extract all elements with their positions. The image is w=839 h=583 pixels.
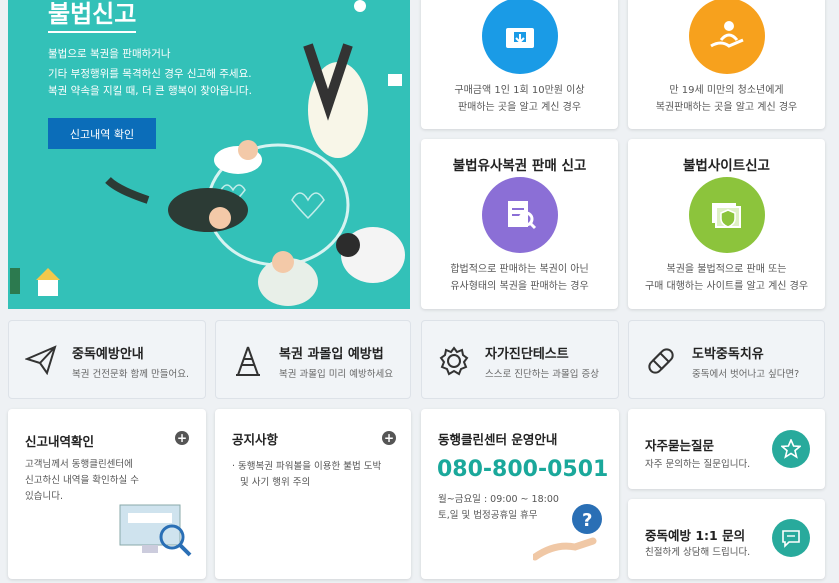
center-info-box: 동행클린센터 운영안내 080-800-0501 월~금요일 : 09:00 ~… bbox=[421, 409, 619, 579]
tile-self-diagnosis[interactable]: 자가진단테스트 스스로 진단하는 과몰입 증상 bbox=[421, 320, 619, 399]
tile-subtitle: 중독에서 벗어나고 싶다면? bbox=[692, 369, 800, 380]
hero-desc-line-1: 불법으로 복권을 판매하거나 bbox=[48, 48, 171, 60]
notice-title: 공지사항 bbox=[232, 432, 279, 447]
desc-line: 신고하신 내역을 확인하실 수 bbox=[25, 475, 139, 486]
report-card-overpurchase[interactable]: 구매금액 1인 1회 10만원 이상 판매하는 곳을 알고 계신 경우 bbox=[421, 0, 618, 129]
notice-item-text: 및 사기 행위 주의 bbox=[240, 477, 311, 488]
report-history-desc: 고객님께서 동행클린센터에 신고하신 내역을 확인하실 수 있습니다. bbox=[25, 457, 139, 505]
report-card-desc: 합법적으로 판매하는 복권이 아닌 유사형태의 복권을 판매하는 경우 bbox=[421, 261, 618, 295]
report-card-desc-line: 복권판매하는 곳을 알고 계신 경우 bbox=[655, 102, 798, 113]
tower-icon bbox=[236, 346, 260, 376]
chat-bubble-icon bbox=[772, 519, 810, 557]
report-hero-banner: 불법신고 불법으로 복권을 판매하거나 기타 부정행위를 목격하신 경우 신고해… bbox=[8, 0, 410, 309]
tile-gambling-recovery[interactable]: 도박중독치유 중독에서 벗어나고 싶다면? bbox=[628, 320, 825, 399]
plus-icon[interactable]: + bbox=[175, 431, 189, 445]
report-history-box[interactable]: 신고내역확인 + 고객님께서 동행클린센터에 신고하신 내역을 확인하실 수 있… bbox=[8, 409, 206, 579]
report-card-illegal-site[interactable]: 불법사이트신고 복권을 불법적으로 판매 또는 구매 대행하는 사이트를 알고 … bbox=[628, 139, 825, 309]
ticket-search-icon bbox=[481, 177, 558, 253]
report-card-desc-line: 유사형태의 복권을 판매하는 경우 bbox=[450, 281, 589, 292]
shield-site-icon bbox=[688, 177, 765, 253]
faq-subtitle: 자주 문의하는 질문입니다. bbox=[645, 459, 751, 470]
report-card-desc: 만 19세 미만의 청소년에게 복권판매하는 곳을 알고 계신 경우 bbox=[628, 82, 825, 116]
consult-box[interactable]: 중독예방 1:1 문의 친절하게 상담해 드립니다. bbox=[628, 499, 825, 579]
tile-subtitle: 복권 과몰입 미리 예방하세요 bbox=[279, 369, 393, 380]
report-history-title: 신고내역확인 bbox=[25, 434, 95, 449]
report-card-desc-line: 만 19세 미만의 청소년에게 bbox=[669, 85, 784, 96]
hero-desc-line-3: 복권 약속을 지킬 때, 더 큰 행복이 찾아옵니다. bbox=[48, 85, 252, 97]
plus-icon[interactable]: + bbox=[382, 431, 396, 445]
check-report-history-button[interactable]: 신고내역 확인 bbox=[48, 118, 156, 149]
svg-text:?: ? bbox=[582, 510, 592, 531]
report-card-desc-line: 판매하는 곳을 알고 계신 경우 bbox=[457, 102, 582, 113]
hero-title: 불법신고 bbox=[48, 0, 137, 33]
tile-title: 중독예방안내 bbox=[72, 347, 144, 362]
hero-desc-line-2: 기타 부정행위를 목격하신 경우 신고해 주세요. bbox=[48, 68, 252, 80]
report-card-desc-line: 합법적으로 판매하는 복권이 아닌 bbox=[450, 264, 589, 275]
notice-box[interactable]: 공지사항 + · 동행복권 파워볼을 이용한 불법 도박 및 사기 행위 주의 bbox=[215, 409, 411, 579]
hand-question-icon: ? bbox=[533, 504, 602, 561]
report-card-title: 불법사이트신고 bbox=[683, 158, 770, 174]
report-card-desc-line: 복권을 불법적으로 판매 또는 bbox=[666, 264, 787, 275]
report-card-desc: 복권을 불법적으로 판매 또는 구매 대행하는 사이트를 알고 계신 경우 bbox=[628, 261, 825, 295]
report-card-desc-line: 구매 대행하는 사이트를 알고 계신 경우 bbox=[644, 281, 809, 292]
wallet-icon bbox=[481, 0, 558, 74]
tile-addiction-prevention[interactable]: 중독예방안내 복권 건전문화 함께 만들어요. bbox=[8, 320, 206, 399]
consult-title: 중독예방 1:1 문의 bbox=[645, 528, 746, 543]
center-phone: 080-800-0501 bbox=[437, 457, 609, 482]
tile-title: 자가진단테스트 bbox=[485, 347, 569, 362]
desc-line: 고객님께서 동행클린센터에 bbox=[25, 459, 133, 470]
star-icon bbox=[772, 430, 810, 468]
center-info-title: 동행클린센터 운영안내 bbox=[438, 432, 558, 447]
tile-title: 도박중독치유 bbox=[692, 347, 764, 362]
consult-subtitle: 친절하게 상담해 드립니다. bbox=[645, 547, 751, 558]
bandage-icon bbox=[648, 348, 674, 374]
notice-item[interactable]: · 동행복권 파워볼을 이용한 불법 도박 및 사기 행위 주의 bbox=[232, 459, 381, 491]
notice-item-text: 동행복권 파워볼을 이용한 불법 도박 bbox=[238, 461, 382, 472]
tile-title: 복권 과몰입 예방법 bbox=[279, 347, 384, 362]
report-card-minor-sale[interactable]: 만 19세 미만의 청소년에게 복권판매하는 곳을 알고 계신 경우 bbox=[628, 0, 825, 129]
report-card-desc-line: 구매금액 1인 1회 10만원 이상 bbox=[454, 85, 585, 96]
faq-box[interactable]: 자주묻는질문 자주 문의하는 질문입니다. bbox=[628, 409, 825, 489]
hand-child-icon bbox=[688, 0, 765, 74]
report-card-similar-lottery[interactable]: 불법유사복권 판매 신고 합법적으로 판매하는 복권이 아닌 유사형태의 복권을… bbox=[421, 139, 618, 309]
gear-icon bbox=[439, 346, 469, 376]
paper-plane-icon bbox=[25, 345, 57, 375]
tile-overimmersion-prevention[interactable]: 복권 과몰입 예방법 복권 과몰입 미리 예방하세요 bbox=[215, 320, 411, 399]
monitor-search-icon bbox=[119, 504, 192, 557]
faq-title: 자주묻는질문 bbox=[645, 438, 715, 453]
tile-subtitle: 복권 건전문화 함께 만들어요. bbox=[72, 369, 189, 380]
report-card-desc: 구매금액 1인 1회 10만원 이상 판매하는 곳을 알고 계신 경우 bbox=[421, 82, 618, 116]
tile-subtitle: 스스로 진단하는 과몰입 증상 bbox=[485, 369, 599, 380]
report-card-title: 불법유사복권 판매 신고 bbox=[452, 158, 587, 174]
